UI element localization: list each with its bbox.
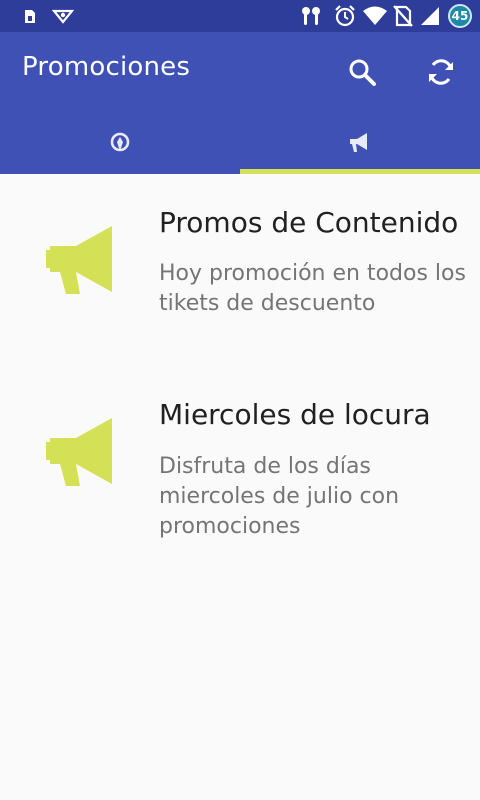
sim-card-icon bbox=[20, 0, 40, 32]
promo-title: Promos de Contenido bbox=[159, 206, 459, 239]
brand-icon bbox=[50, 0, 76, 32]
battery-level-badge: 45 bbox=[448, 4, 472, 28]
promo-description: Hoy promoción en todos los tikets de des… bbox=[159, 261, 466, 316]
refresh-button[interactable] bbox=[421, 52, 461, 92]
promo-title: Miercoles de locura bbox=[159, 398, 431, 431]
megaphone-icon bbox=[46, 418, 112, 486]
alarm-icon bbox=[332, 0, 358, 32]
promo-description: Disfruta de los días miercoles de julio … bbox=[159, 454, 400, 539]
earbuds-icon bbox=[298, 0, 324, 32]
signal-icon bbox=[418, 0, 442, 32]
search-button[interactable] bbox=[342, 52, 382, 92]
wifi-icon bbox=[362, 0, 388, 32]
battery-status: 45 bbox=[446, 0, 474, 32]
page-title: Promociones bbox=[22, 52, 191, 82]
no-sim-icon bbox=[390, 0, 416, 32]
map-pin-icon bbox=[110, 132, 130, 152]
promo-item[interactable]: Promos de Contenido Hoy promoción en tod… bbox=[0, 174, 480, 364]
promo-item[interactable]: Miercoles de locura Disfruta de los días… bbox=[0, 364, 480, 564]
promo-list: Promos de Contenido Hoy promoción en tod… bbox=[0, 174, 480, 800]
refresh-icon bbox=[429, 59, 453, 85]
status-bar: 45 bbox=[0, 0, 480, 32]
tab-bar bbox=[0, 112, 480, 174]
tab-promotions[interactable] bbox=[240, 112, 480, 174]
search-icon bbox=[349, 59, 376, 86]
megaphone-icon bbox=[350, 133, 367, 152]
megaphone-icon bbox=[46, 226, 112, 294]
app-bar: Promociones bbox=[0, 32, 480, 112]
tab-locations[interactable] bbox=[0, 112, 240, 174]
